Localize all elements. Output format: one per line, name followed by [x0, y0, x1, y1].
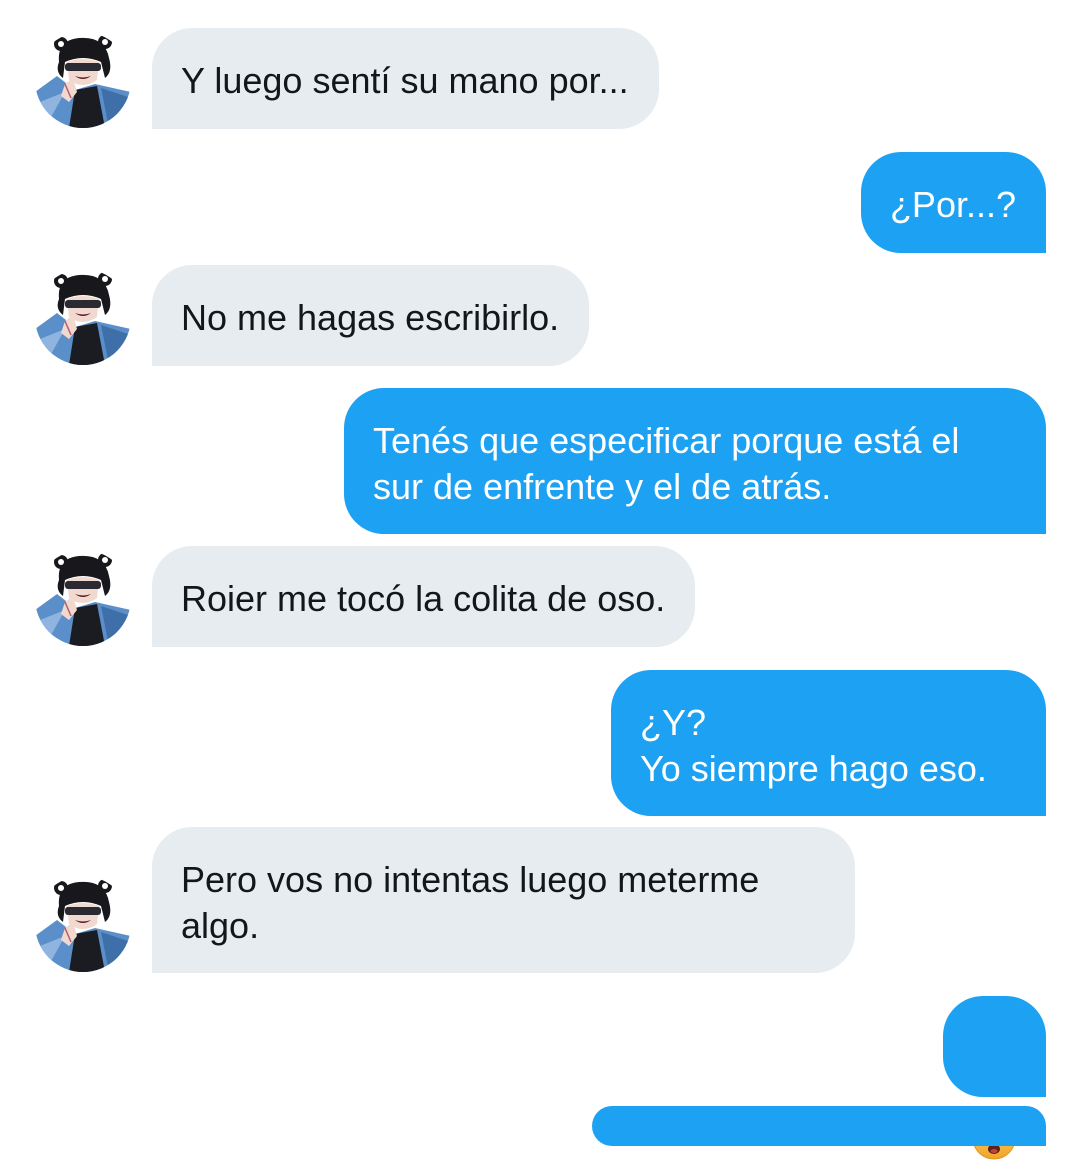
- contact-avatar[interactable]: [35, 876, 131, 972]
- message-bubble-outgoing[interactable]: [943, 996, 1046, 1160]
- message-bubble-incoming[interactable]: No me hagas escribirlo.: [152, 265, 590, 366]
- contact-avatar[interactable]: [35, 32, 131, 128]
- message-bubble-outgoing-partial[interactable]: [592, 1106, 1046, 1146]
- message-bubble-incoming[interactable]: Roier me tocó la colita de oso.: [152, 546, 696, 647]
- message-bubble-incoming[interactable]: Y luego sentí su mano por...: [152, 28, 659, 129]
- message-bubble-outgoing[interactable]: Tenés que especificar porque está el sur…: [344, 388, 1046, 534]
- contact-avatar[interactable]: [35, 550, 131, 646]
- message-bubble-incoming[interactable]: Pero vos no intentas luego meterme algo.: [152, 827, 855, 973]
- contact-avatar[interactable]: [35, 269, 131, 365]
- message-bubble-outgoing[interactable]: ¿Por...?: [860, 152, 1046, 253]
- message-bubble-outgoing[interactable]: ¿Y? Yo siempre hago eso.: [611, 670, 1046, 816]
